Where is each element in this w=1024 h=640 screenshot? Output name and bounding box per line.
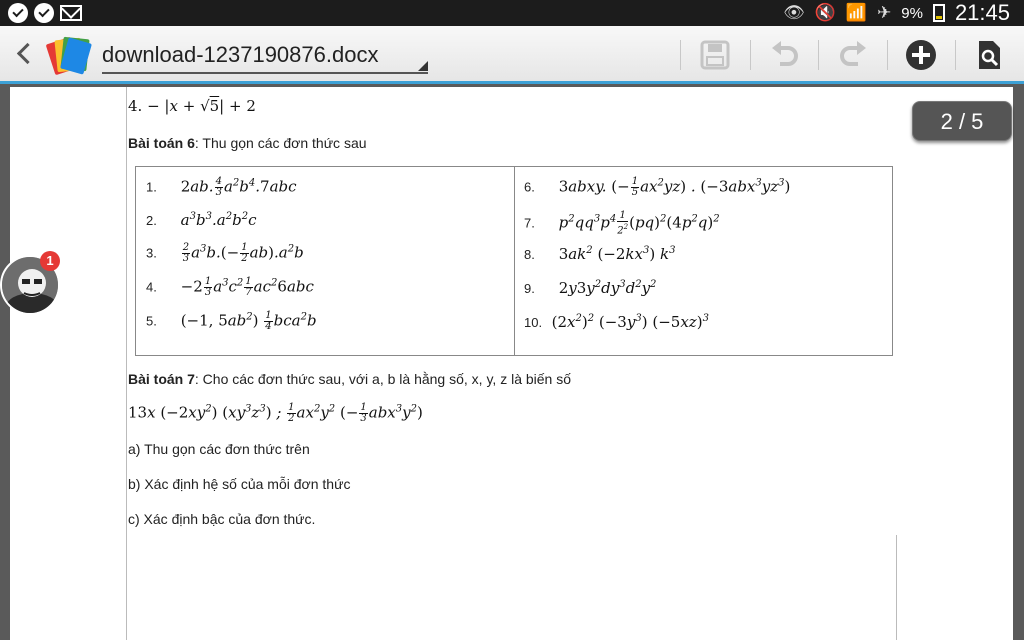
problem6-heading: Bài toán 6: Thu gọn các đơn thức sau bbox=[128, 135, 367, 151]
table-row: 4. −2 1 3 a3c2 1 7 ac26abc bbox=[146, 276, 314, 298]
problem7-heading: Bài toán 7: Cho các đơn thức sau, với a,… bbox=[128, 371, 571, 387]
toolbar-divider bbox=[887, 40, 888, 70]
mute-icon: 🔇 bbox=[814, 3, 836, 23]
page-right-edge bbox=[896, 535, 897, 640]
expression-line: 4. − |x + √5| + 2 bbox=[128, 97, 256, 115]
clock: 21:45 bbox=[954, 0, 1010, 25]
table-row: 6. 3abxy. (− 1 5 ax2yz) . (−3abx3yz3) bbox=[524, 176, 791, 198]
notification-badge: 1 bbox=[40, 251, 60, 271]
toolbar-divider bbox=[750, 40, 751, 70]
add-icon[interactable] bbox=[904, 38, 938, 72]
wifi-icon: 📶 bbox=[845, 3, 867, 23]
exercise-table: 1. 2ab. 4 3 a2b4.7abc 2. a3b3.a2b2c 3. 2 3 a3… bbox=[135, 166, 893, 356]
problem7-text: : Cho các đơn thức sau, với a, b là hằng… bbox=[194, 371, 572, 387]
battery-percent: 9% bbox=[901, 4, 923, 22]
table-row: 7. p2qq3p4 1 22 (pq)2(4p2q)2 bbox=[524, 210, 720, 237]
toolbar-divider bbox=[818, 40, 819, 70]
app-bar: download-1237190876.docx bbox=[0, 26, 1024, 84]
problem7-part-c: c) Xác định bậc của đơn thức. bbox=[128, 511, 316, 527]
table-row: 2. a3b3.a2b2c bbox=[146, 211, 257, 229]
table-row: 9. 2y3y2dy3d2y2 bbox=[524, 279, 657, 297]
page-indicator: 2 / 5 bbox=[912, 101, 1012, 141]
airplane-icon: ✈ bbox=[877, 3, 892, 23]
messenger-icon bbox=[34, 3, 54, 23]
table-divider bbox=[514, 167, 515, 355]
problem7-title: Bài toán 7 bbox=[128, 371, 195, 387]
problem6-title: Bài toán 6 bbox=[128, 135, 195, 151]
file-name: download-1237190876.docx bbox=[102, 42, 379, 67]
battery-icon bbox=[932, 4, 945, 22]
table-row: 5. (−1, 5ab2) 1 4 bca2b bbox=[146, 310, 317, 332]
system-icons: 👁 🔇 📶 ✈ 9% 21:45 bbox=[783, 0, 1010, 26]
table-row: 10. (2x2)2 (−3y3) (−5xz)3 bbox=[524, 313, 709, 331]
dropdown-arrow-icon bbox=[418, 61, 428, 71]
toolbar-divider bbox=[680, 40, 681, 70]
table-row: 1. 2ab. 4 3 a2b4.7abc bbox=[146, 176, 297, 198]
problem6-text: : Thu gọn các đơn thức sau bbox=[194, 135, 367, 151]
table-row: 8. 3ak2 (−2kx3) k3 bbox=[524, 245, 676, 263]
undo-icon[interactable] bbox=[768, 38, 802, 72]
mail-icon bbox=[60, 5, 82, 21]
find-in-document-icon[interactable] bbox=[972, 38, 1006, 72]
messenger-icon bbox=[8, 3, 28, 23]
back-icon[interactable] bbox=[14, 40, 34, 66]
eye-icon: 👁 bbox=[783, 3, 805, 23]
file-name-dropdown[interactable]: download-1237190876.docx bbox=[102, 42, 428, 74]
problem7-expression: 13x (−2xy2) (xy3z3) ; 1 2 ax2y2 (− 1 3 abx3y2… bbox=[128, 402, 423, 424]
save-icon[interactable] bbox=[698, 38, 732, 72]
document-viewport[interactable]: 4. − |x + √5| + 2 Bài toán 6: Thu gọn cá… bbox=[10, 87, 1013, 640]
chat-head[interactable]: 1 bbox=[0, 251, 60, 321]
toolbar-divider bbox=[955, 40, 956, 70]
redo-icon[interactable] bbox=[836, 38, 870, 72]
table-row: 3. 2 3 a3b.(− 1 2 ab).a2b bbox=[146, 242, 304, 264]
status-bar: 👁 🔇 📶 ✈ 9% 21:45 bbox=[0, 0, 1024, 26]
page-left-edge bbox=[126, 87, 127, 640]
app-logo-icon bbox=[46, 36, 92, 75]
notification-icons bbox=[8, 3, 82, 23]
problem7-part-a: a) Thu gọn các đơn thức trên bbox=[128, 441, 310, 457]
problem7-part-b: b) Xác định hệ số của mỗi đơn thức bbox=[128, 476, 351, 492]
